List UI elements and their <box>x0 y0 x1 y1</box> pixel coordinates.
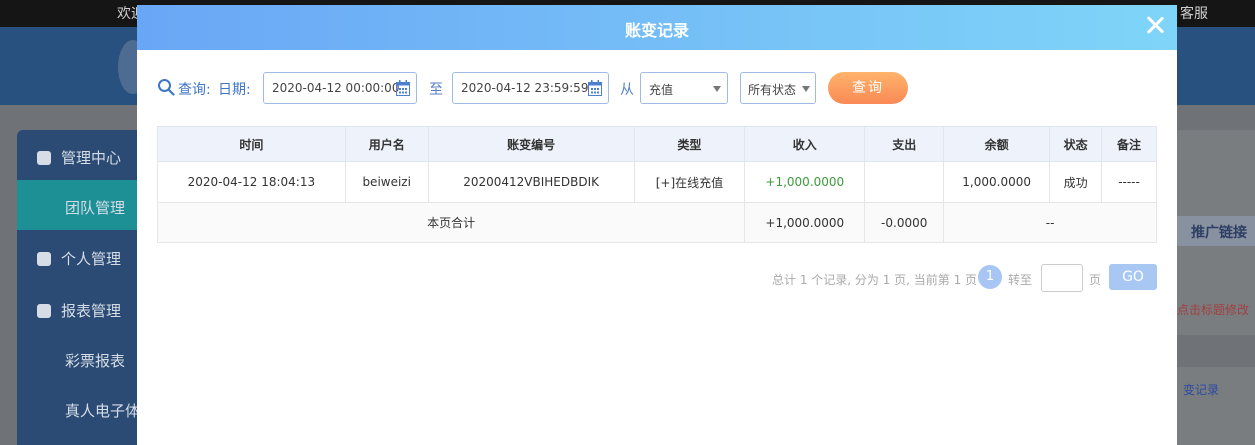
chevron-down-icon <box>802 86 810 92</box>
column-header: 收入 <box>744 126 866 162</box>
cell-transaction-id: 20200412VBIHEDBDIK <box>427 161 635 203</box>
summary-row: 本页合计 +1,000.0000 -0.0000 -- <box>156 202 1157 243</box>
current-page-button[interactable]: 1 <box>978 265 1002 289</box>
cell-status: 成功 <box>1049 161 1103 203</box>
search-icon <box>158 79 175 96</box>
column-header: 时间 <box>157 126 346 162</box>
chevron-down-icon <box>713 86 721 92</box>
column-header: 类型 <box>633 126 746 162</box>
status-select-value: 所有状态 <box>748 83 797 97</box>
transaction-records-link[interactable]: 变记录 <box>1183 381 1219 398</box>
promo-link-button[interactable]: 推广链接 <box>1177 216 1255 246</box>
end-date-value: 2020-04-12 23:59:59 <box>461 81 589 95</box>
cell-expense <box>864 161 945 203</box>
sidebar-item-lottery-report[interactable]: 彩票报表 <box>65 350 125 371</box>
page-number-input[interactable] <box>1041 264 1083 292</box>
sidebar-item-label: 报表管理 <box>61 302 122 320</box>
background-right-panel: 推广链接 点击标题修改 变记录 <box>1177 130 1255 445</box>
document-icon <box>37 303 51 318</box>
pagination-info: 总计 1 个记录, 分为 1 页, 当前第 1 页 <box>772 273 978 287</box>
query-label: 查询: <box>178 82 211 98</box>
user-icon <box>37 251 51 266</box>
end-date-input[interactable]: 2020-04-12 23:59:59 <box>452 72 609 104</box>
background-band <box>1177 335 1255 367</box>
date-label: 日期: <box>218 82 251 98</box>
column-header: 状态 <box>1049 126 1103 162</box>
column-header: 账变编号 <box>427 126 635 162</box>
customer-service-link[interactable]: 客服 <box>1180 3 1208 23</box>
query-button[interactable]: 查询 <box>828 72 908 104</box>
modal-title: 账变记录 <box>624 21 689 40</box>
cell-username: beiweizi <box>344 161 429 203</box>
filter-bar: 查询: 日期: 2020-04-12 00:00:00 至 2020-04-12… <box>137 72 1177 104</box>
pagination: 总计 1 个记录, 分为 1 页, 当前第 1 页 1 转至 页 GO <box>137 264 1177 292</box>
summary-expense: -0.0000 <box>864 202 945 243</box>
sidebar-item-live-electronic[interactable]: 真人电子体 <box>65 400 140 421</box>
users-icon <box>37 150 51 165</box>
column-header: 用户名 <box>344 126 429 162</box>
status-select[interactable]: 所有状态 <box>740 72 816 104</box>
sidebar-item-personal-management[interactable]: 个人管理 <box>37 248 121 269</box>
summary-label: 本页合计 <box>156 202 746 243</box>
transaction-records-modal: 账变记录 查询: 日期: 2020-04-12 00:00:00 至 2020-… <box>137 5 1177 445</box>
column-header: 余额 <box>943 126 1051 162</box>
type-select-value: 充值 <box>649 83 674 97</box>
calendar-icon <box>396 80 410 96</box>
cell-balance: 1,000.0000 <box>943 161 1051 203</box>
modal-header: 账变记录 <box>137 5 1177 50</box>
edit-title-hint: 点击标题修改 <box>1177 303 1250 317</box>
sidebar-item-report-management[interactable]: 报表管理 <box>37 300 121 321</box>
sidebar-item-label: 个人管理 <box>61 250 122 268</box>
page-unit-label: 页 <box>1089 273 1102 287</box>
from-label: 从 <box>620 82 634 98</box>
start-date-value: 2020-04-12 00:00:00 <box>272 81 400 95</box>
background-sidebar: 管理中心 团队管理 个人管理 报表管理 彩票报表 真人电子体 <box>17 130 142 445</box>
cell-remark: ----- <box>1101 161 1157 203</box>
cell-income: +1,000.0000 <box>744 161 866 203</box>
sidebar-item-management-center[interactable]: 管理中心 <box>37 147 121 168</box>
start-date-input[interactable]: 2020-04-12 00:00:00 <box>263 72 417 104</box>
to-label: 至 <box>429 82 443 98</box>
go-button[interactable]: GO <box>1109 264 1157 290</box>
summary-balance: -- <box>943 202 1157 243</box>
summary-income: +1,000.0000 <box>744 202 866 243</box>
table-row: 2020-04-12 18:04:13 beiweizi 20200412VBI… <box>157 161 1157 203</box>
records-table: 时间 用户名 账变编号 类型 收入 支出 余额 状态 备注 2020-04-12… <box>156 126 1157 243</box>
close-icon[interactable] <box>1143 13 1167 37</box>
sidebar-item-label: 管理中心 <box>61 149 122 167</box>
type-select[interactable]: 充值 <box>640 72 728 104</box>
calendar-icon <box>588 80 602 96</box>
column-header: 支出 <box>864 126 945 162</box>
cell-time: 2020-04-12 18:04:13 <box>157 161 346 203</box>
cell-type: [+]在线充值 <box>633 161 746 203</box>
column-header: 备注 <box>1101 126 1157 162</box>
table-header-row: 时间 用户名 账变编号 类型 收入 支出 余额 状态 备注 <box>157 126 1157 162</box>
sidebar-item-team-management[interactable]: 团队管理 <box>65 197 125 218</box>
goto-label: 转至 <box>1008 273 1033 287</box>
